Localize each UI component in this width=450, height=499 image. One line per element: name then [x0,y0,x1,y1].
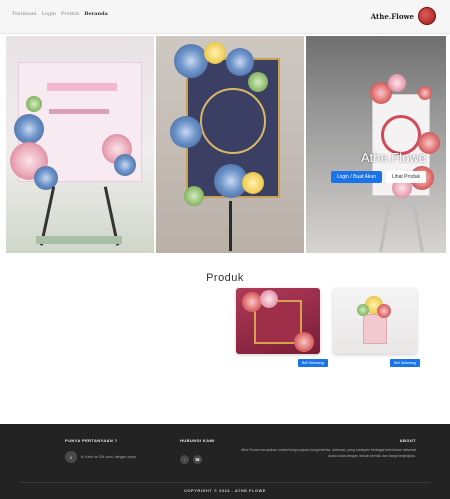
footer-about-heading: ABOUT [399,438,416,443]
paper-flower-icon [204,42,226,64]
paper-flower-icon [174,44,208,78]
easel-leg [229,201,232,251]
products-section-title: Produk [206,272,244,284]
brand-logo-icon [418,7,436,25]
hero-image-1 [6,36,154,253]
hero-title: Athe.Flowe [360,150,426,165]
paper-flower-icon [226,48,254,76]
footer-about-text: Athe.Flowe merupakan usaha bunga papan b… [241,448,416,458]
footer-contact-heading: HUBUNGI KAMI [180,438,215,443]
faq-item: 0 A: Kirim ke DM kami, dengan cepat [65,451,141,463]
whatsapp-icon[interactable]: ☎ [193,455,202,464]
easel-leg [379,196,392,252]
paper-flower-icon [114,154,136,176]
view-products-button[interactable]: Lihat Produk [385,171,426,183]
product-card[interactable] [236,288,320,354]
brand-name: Athe.Flowe [370,11,414,21]
hero-image-3 [306,36,446,253]
footer-divider [20,482,430,483]
buy-button[interactable]: Beli Sekarang [390,359,420,367]
copyright: COPYRIGHT © 2023 - ATHE.FLOWE [184,488,266,493]
paper-flower-icon [357,304,369,316]
faq-number: 0 [65,451,77,463]
hero-image-2 [156,36,304,253]
nav-links: Testimoni Login Produk Beranda [12,11,108,17]
footer: ABOUT Athe.Flowe merupakan usaha bunga p… [0,424,450,499]
nav-link-testimoni[interactable]: Testimoni [12,11,37,17]
login-register-button[interactable]: Login / Buat Akun [330,171,382,183]
navbar: Testimoni Login Produk Beranda Athe.Flow… [0,0,450,34]
hero-caption: Athe.Flowe Login / Buat Akun Lihat Produ… [266,150,426,183]
easel-leg [411,196,424,252]
easel-base [36,236,122,244]
nav-link-produk[interactable]: Produk [61,11,79,17]
nav-link-login[interactable]: Login [42,11,56,17]
faq-answer: A: Kirim ke DM kami, dengan cepat [81,454,136,459]
footer-about: ABOUT Athe.Flowe merupakan usaha bunga p… [238,438,416,459]
paper-flower-icon [418,86,432,100]
paper-flower-icon [14,114,44,144]
footer-faq-heading: PUNYA PERTANYAAN ? [65,438,118,443]
paper-flower-icon [377,304,391,318]
paper-flower-icon [248,72,268,92]
buy-button[interactable]: Beli Sekarang [298,359,328,367]
product-card[interactable] [333,288,417,354]
paper-flower-icon [242,292,262,312]
paper-flower-icon [184,186,204,206]
footer-contact: HUBUNGI KAMI ◦ ☎ [180,438,215,464]
brand[interactable]: Athe.Flowe [371,7,436,25]
contact-icons: ◦ ☎ [180,455,215,464]
hero-buttons: Login / Buat Akun Lihat Produk [266,171,426,183]
paper-flower-icon [294,332,314,352]
nav-link-beranda[interactable]: Beranda [84,11,108,17]
footer-faq: PUNYA PERTANYAAN ? 0 A: Kirim ke DM kami… [65,438,141,463]
paper-flower-icon [388,74,406,92]
paper-flower-icon [170,116,202,148]
product-image [363,314,387,344]
instagram-icon[interactable]: ◦ [180,455,189,464]
paper-flower-icon [260,290,278,308]
paper-flower-icon [26,96,42,112]
hero-carousel: Athe.Flowe Login / Buat Akun Lihat Produ… [6,36,446,253]
paper-flower-icon [242,172,264,194]
